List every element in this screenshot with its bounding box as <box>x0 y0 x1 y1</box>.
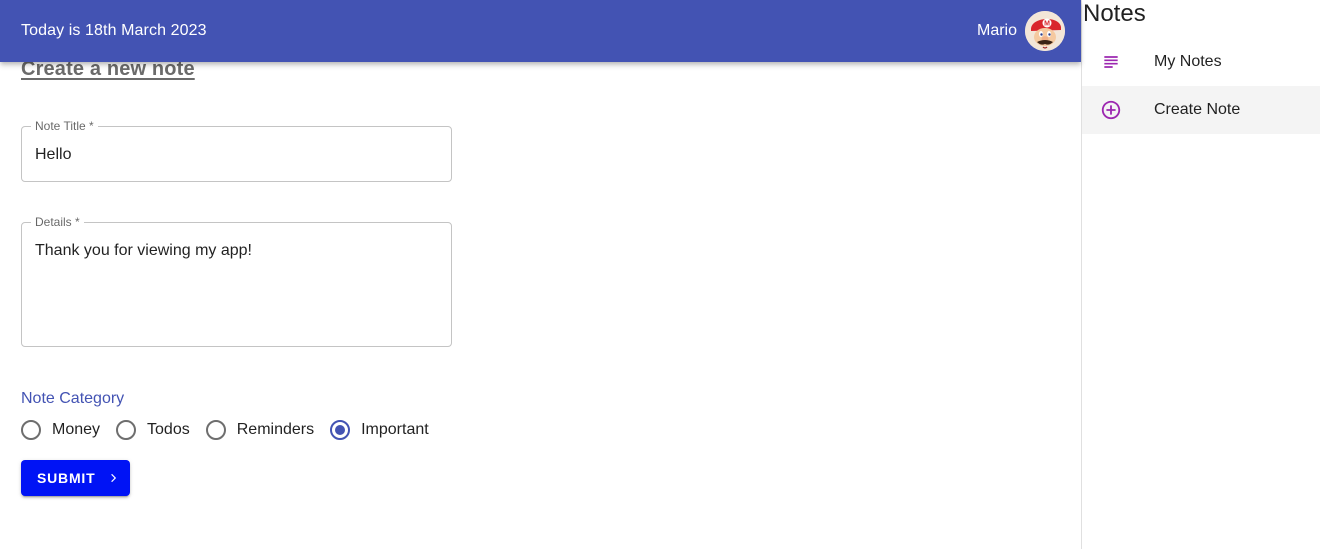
radio-option-todos[interactable]: Todos <box>116 420 190 440</box>
submit-button[interactable]: SUBMIT <box>21 460 130 496</box>
svg-text:M: M <box>1044 21 1050 28</box>
user-name: Mario <box>976 22 1017 39</box>
radio-label-important: Important <box>361 421 429 438</box>
avatar[interactable]: M <box>1025 11 1065 51</box>
radio-todos[interactable] <box>116 420 137 440</box>
note-title-label: Note Title * <box>31 120 98 133</box>
note-category-radio-group: Money Todos Reminders Important <box>21 420 445 440</box>
user-info: Mario M <box>977 11 1065 51</box>
add-circle-outline-icon <box>1100 99 1122 121</box>
radio-label-money: Money <box>52 421 101 438</box>
radio-option-money[interactable]: Money <box>21 420 100 440</box>
drawer-item-create-note[interactable]: Create Note <box>1082 86 1320 134</box>
drawer-item-label: My Notes <box>1154 53 1222 70</box>
main-content: Create a new note Note Title * Details *… <box>0 0 1081 549</box>
radio-option-important[interactable]: Important <box>330 420 429 440</box>
drawer-item-my-notes[interactable]: My Notes <box>1082 38 1320 86</box>
radio-reminders[interactable] <box>205 420 226 440</box>
details-label: Details * <box>31 216 84 229</box>
radio-important[interactable] <box>330 420 351 440</box>
app-root: Create a new note Note Title * Details *… <box>0 0 1320 549</box>
drawer-item-label: Create Note <box>1154 101 1241 118</box>
radio-label-reminders: Reminders <box>236 421 315 438</box>
app-bar: Today is 18th March 2023 Mario M <box>0 0 1081 62</box>
submit-label: SUBMIT <box>37 470 96 486</box>
details-input[interactable]: Thank you for viewing my app! <box>35 242 435 260</box>
subject-icon <box>1100 51 1122 73</box>
radio-label-todos: Todos <box>147 421 190 438</box>
side-drawer: Notes My Notes Create Note <box>1081 0 1320 549</box>
note-title-input[interactable] <box>35 146 435 164</box>
drawer-title: Notes <box>1083 0 1146 27</box>
chevron-right-icon <box>107 471 121 485</box>
note-title-field[interactable]: Note Title * <box>21 120 452 182</box>
details-field[interactable]: Details * Thank you for viewing my app! <box>21 216 452 347</box>
radio-option-reminders[interactable]: Reminders <box>205 420 315 440</box>
date-text: Today is 18th March 2023 <box>21 22 207 39</box>
note-category-label: Note Category <box>21 390 125 407</box>
radio-money[interactable] <box>21 420 41 440</box>
